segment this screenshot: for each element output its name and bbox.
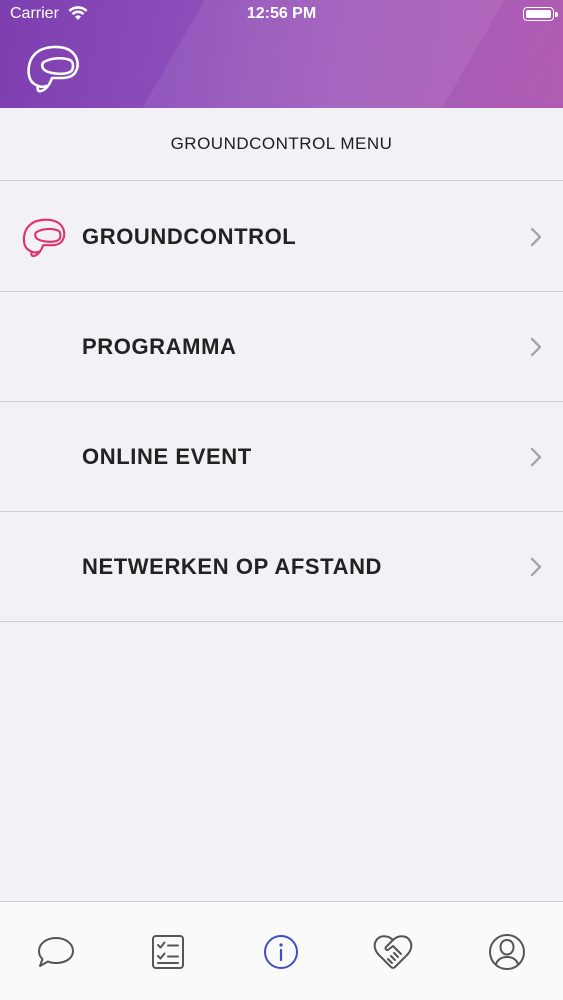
tab-network[interactable] (371, 930, 415, 974)
handshake-icon (373, 935, 413, 969)
menu-item-label: PROGRAMMA (82, 333, 237, 359)
tab-checklist[interactable] (146, 930, 190, 974)
status-bar: Carrier 12:56 PM (0, 0, 563, 30)
profile-icon (489, 934, 525, 970)
menu-item-groundcontrol[interactable]: GROUNDCONTROL (0, 182, 563, 292)
battery-icon (523, 7, 558, 21)
info-icon (264, 935, 298, 969)
chevron-right-icon (530, 447, 542, 467)
chat-bubble-icon (38, 937, 74, 967)
helmet-logo-icon[interactable] (24, 40, 82, 96)
helmet-icon (22, 218, 66, 258)
menu-item-label: ONLINE EVENT (82, 443, 252, 469)
app-header: Carrier 12:56 PM (0, 0, 563, 108)
tab-bar (0, 901, 563, 1000)
tab-chat[interactable] (34, 930, 78, 974)
chevron-right-icon (530, 557, 542, 577)
chevron-right-icon (530, 227, 542, 247)
page-title: GROUNDCONTROL MENU (0, 108, 563, 181)
menu-item-label: GROUNDCONTROL (82, 223, 297, 249)
status-time: 12:56 PM (246, 5, 317, 22)
menu-item-programma[interactable]: PROGRAMMA (0, 292, 563, 402)
chevron-right-icon (530, 337, 542, 357)
tab-info[interactable] (259, 930, 303, 974)
tab-profile[interactable] (485, 930, 529, 974)
menu-item-online-event[interactable]: ONLINE EVENT (0, 402, 563, 512)
menu-item-label: NETWERKEN OP AFSTAND (82, 553, 383, 579)
checklist-icon (152, 935, 184, 969)
menu-item-netwerken-op-afstand[interactable]: NETWERKEN OP AFSTAND (0, 512, 563, 622)
menu-list: GROUNDCONTROL PROGRAMMA ONLINE EVENT NET… (0, 182, 563, 622)
